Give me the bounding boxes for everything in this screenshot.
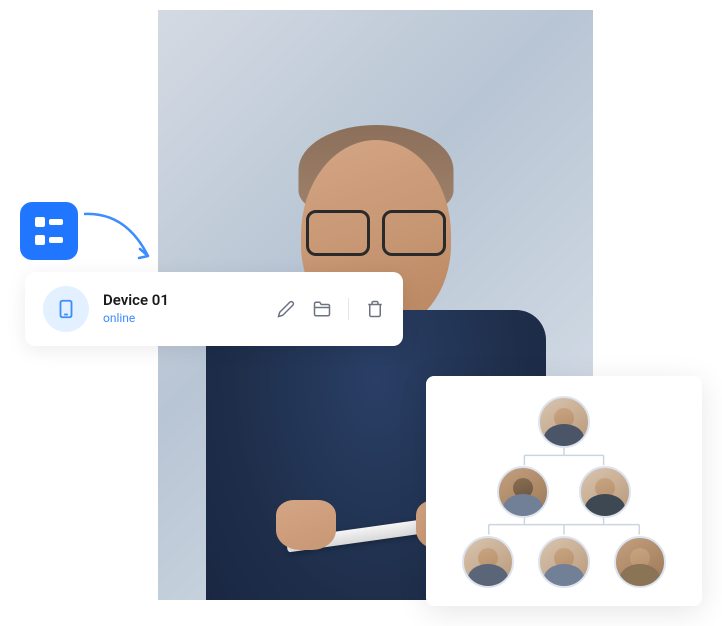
- device-actions: [276, 298, 385, 320]
- connector-arrow: [76, 202, 166, 272]
- avatar[interactable]: [497, 466, 549, 518]
- pencil-icon: [277, 300, 295, 318]
- org-tree: [442, 392, 686, 590]
- avatar[interactable]: [538, 396, 590, 448]
- grid-layout-icon: [35, 217, 63, 245]
- action-divider: [348, 298, 349, 320]
- tablet-icon: [55, 298, 77, 320]
- device-icon-wrap: [43, 286, 89, 332]
- device-status-label: online: [103, 311, 276, 327]
- device-info: Device 01 online: [103, 291, 276, 326]
- avatar[interactable]: [538, 536, 590, 588]
- avatar[interactable]: [462, 536, 514, 588]
- avatar[interactable]: [579, 466, 631, 518]
- grid-layout-button[interactable]: [20, 202, 78, 260]
- device-name-label: Device 01: [103, 291, 276, 311]
- device-card[interactable]: Device 01 online: [25, 272, 403, 346]
- avatar[interactable]: [614, 536, 666, 588]
- org-chart-card: [426, 376, 702, 606]
- edit-button[interactable]: [276, 299, 296, 319]
- folder-icon: [313, 300, 331, 318]
- folder-button[interactable]: [312, 299, 332, 319]
- trash-icon: [366, 300, 384, 318]
- delete-button[interactable]: [365, 299, 385, 319]
